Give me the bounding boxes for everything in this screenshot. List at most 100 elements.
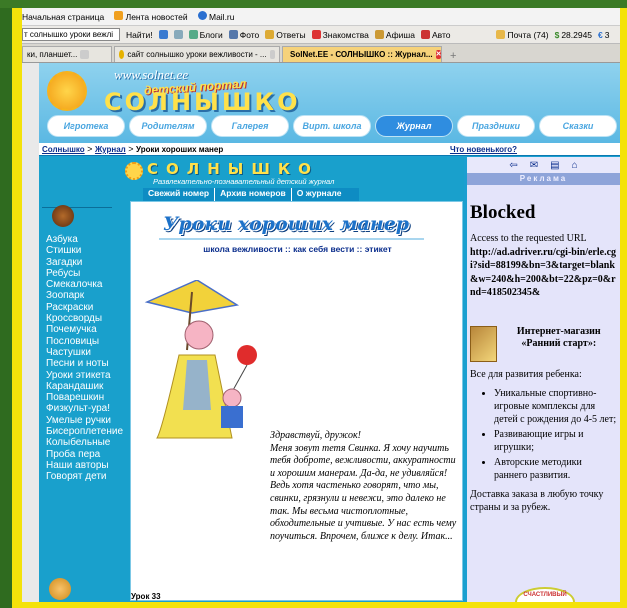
journal-sidebar-nav: Азбука Стишки Загадки Ребусы Смекалочка … — [46, 234, 136, 483]
bookmark-mail[interactable]: Mail.ru — [197, 11, 235, 22]
nav-school[interactable]: Вирт. школа — [293, 115, 371, 137]
print-icon[interactable]: ▤ — [550, 160, 559, 171]
breadcrumb: Солнышко > Журнал > Уроки хороших манер … — [39, 143, 620, 156]
nav-link[interactable]: Поварешкин — [46, 392, 136, 403]
title-underline — [159, 238, 424, 240]
nav-link[interactable]: Стишки — [46, 245, 136, 256]
nav-parents[interactable]: Родителям — [129, 115, 207, 137]
nav-link[interactable]: Азбука — [46, 234, 136, 245]
whats-new-link[interactable]: Что новенького? — [450, 145, 517, 154]
page-left-gutter — [22, 63, 39, 602]
shop-ad[interactable]: Интернет-магазин «Ранний старт»: — [467, 323, 620, 365]
back-arrow-icon[interactable]: ⇦ — [509, 160, 517, 171]
nav-link[interactable]: Наши авторы — [46, 460, 136, 471]
piglet-illustration — [144, 280, 257, 439]
site-logo-text[interactable]: СОЛНЫШКО — [104, 88, 301, 116]
tab-tablets[interactable]: ки, планшет... — [22, 46, 112, 62]
home-icon[interactable]: ⌂ — [572, 160, 578, 171]
photo-icon — [228, 30, 238, 39]
menu-current-issue[interactable]: Свежий номер — [143, 188, 214, 201]
window-icon[interactable] — [173, 30, 183, 39]
shop-bullet: Авторские методики раннего развития. — [494, 456, 617, 482]
tab-close-icon[interactable] — [269, 50, 275, 59]
toolbar-answers[interactable]: Ответы — [265, 30, 306, 40]
tab-search[interactable]: сайт солнышко уроки вежливости - ... — [114, 46, 280, 62]
lesson-number: Урок 33 — [131, 592, 161, 601]
toolbar-auto[interactable]: Авто — [420, 30, 450, 40]
tab-close-icon[interactable] — [80, 50, 90, 59]
nav-link[interactable]: Раскраски — [46, 302, 136, 313]
journal-header: СОЛНЫШКО Развлекательно-познавательный д… — [125, 160, 375, 186]
tab-solnet[interactable]: SolNet.EE - СОЛНЫШКО :: Журнал... ✕ — [282, 46, 442, 62]
shop-bullet: Развивающие игры и игрушки; — [494, 428, 617, 454]
right-sidebar: ⇦ ✉ ▤ ⌂ Реклама Blocked Access to the re… — [465, 157, 620, 602]
find-button[interactable]: Найти! — [126, 30, 153, 40]
nav-link[interactable]: Пословицы — [46, 336, 136, 347]
toolbar-search-input[interactable]: т солнышко уроки вежлі — [22, 28, 120, 41]
nav-link[interactable]: Зоопарк — [46, 290, 136, 301]
nav-tales[interactable]: Сказки — [539, 115, 617, 137]
nav-divider — [42, 207, 112, 208]
article-subtitle: школа вежливости :: как себя вести :: эт… — [203, 244, 392, 254]
shop-intro: Все для развития ребенка: — [470, 368, 582, 380]
menu-archive[interactable]: Архив номеров — [214, 188, 291, 201]
site-banner: www.solnet.ee детский портал СОЛНЫШКО Иг… — [39, 63, 620, 143]
toolbar-photo[interactable]: Фото — [228, 30, 259, 40]
nav-link[interactable]: Уроки этикета — [46, 370, 136, 381]
search-icon — [119, 50, 125, 59]
close-icon[interactable]: ✕ — [435, 50, 441, 59]
nav-link[interactable]: Умелые ручки — [46, 415, 136, 426]
window-top-edge — [0, 0, 627, 8]
bookmarks-bar: Начальная страница Лента новостей Mail.r… — [22, 8, 620, 26]
car-icon — [420, 30, 430, 39]
nav-link[interactable]: Загадки — [46, 257, 136, 268]
shop-ad-text: Все для развития ребенка: Уникальные спо… — [467, 365, 620, 517]
balloon-icon — [237, 345, 257, 365]
breadcrumb-home[interactable]: Солнышко — [42, 145, 85, 154]
nav-holidays[interactable]: Праздники — [457, 115, 535, 137]
nav-link[interactable]: Песни и ноты — [46, 358, 136, 369]
site-nav: Игротека Родителям Галерея Вирт. школа Ж… — [47, 115, 617, 139]
nav-link[interactable]: Колыбельные — [46, 437, 136, 448]
breadcrumb-journal[interactable]: Журнал — [95, 145, 126, 154]
toolbar-afisha[interactable]: Афиша — [374, 30, 415, 40]
menu-about[interactable]: О журнале — [290, 188, 347, 201]
page-tools: ⇦ ✉ ▤ ⌂ — [467, 157, 620, 173]
bookmark-news[interactable]: Лента новостей — [114, 11, 188, 22]
nav-link[interactable]: Физкульт-ура! — [46, 403, 136, 414]
happy-badge[interactable]: СЧАСТЛИВЫЙ — [515, 587, 575, 602]
nav-link[interactable]: Смекалочка — [46, 279, 136, 290]
highlight-border-bottom — [12, 602, 627, 608]
toolbar-blogs[interactable]: Блоги — [188, 30, 223, 40]
desktop-strip — [0, 8, 12, 608]
nav-link[interactable]: Проба пера — [46, 449, 136, 460]
nav-link[interactable]: Частушки — [46, 347, 136, 358]
nav-gallery[interactable]: Галерея — [211, 115, 289, 137]
pencil-icon[interactable] — [158, 30, 168, 39]
shop-title[interactable]: Интернет-магазин «Ранний старт»: — [501, 326, 617, 362]
nav-link[interactable]: Бисероплетение — [46, 426, 136, 437]
nav-link[interactable]: Почемучка — [46, 324, 136, 335]
nav-link[interactable]: Говорят дети — [46, 471, 136, 482]
highlight-border-left — [12, 8, 22, 608]
sun-icon — [125, 162, 143, 180]
mail-ru-icon — [197, 11, 207, 20]
browser-tabs: ки, планшет... сайт солнышко уроки вежли… — [22, 44, 620, 63]
solnet-page: www.solnet.ee детский портал СОЛНЫШКО Иг… — [39, 63, 620, 602]
shop-logo-icon — [470, 325, 497, 362]
envelope-icon — [496, 30, 506, 39]
email-icon[interactable]: ✉ — [530, 160, 538, 171]
nav-games[interactable]: Игротека — [47, 115, 125, 137]
bookmark-home[interactable]: Начальная страница — [22, 12, 104, 22]
toolbar-dating[interactable]: Знакомства — [311, 30, 369, 40]
shop-bullet: Уникальные спортивно-игровые комплексы д… — [494, 387, 617, 426]
blog-icon — [188, 30, 198, 39]
nav-link[interactable]: Кроссворды — [46, 313, 136, 324]
toolbar-mail[interactable]: Почта (74) — [496, 30, 549, 40]
new-tab-plus-icon[interactable]: + — [444, 50, 462, 62]
nav-link[interactable]: Карандашик — [46, 381, 136, 392]
nav-journal[interactable]: Журнал — [375, 115, 453, 137]
usd-rate: $28.2945 — [554, 29, 593, 40]
nav-link[interactable]: Ребусы — [46, 268, 136, 279]
blocked-text: Access to the requested URL — [470, 233, 587, 244]
